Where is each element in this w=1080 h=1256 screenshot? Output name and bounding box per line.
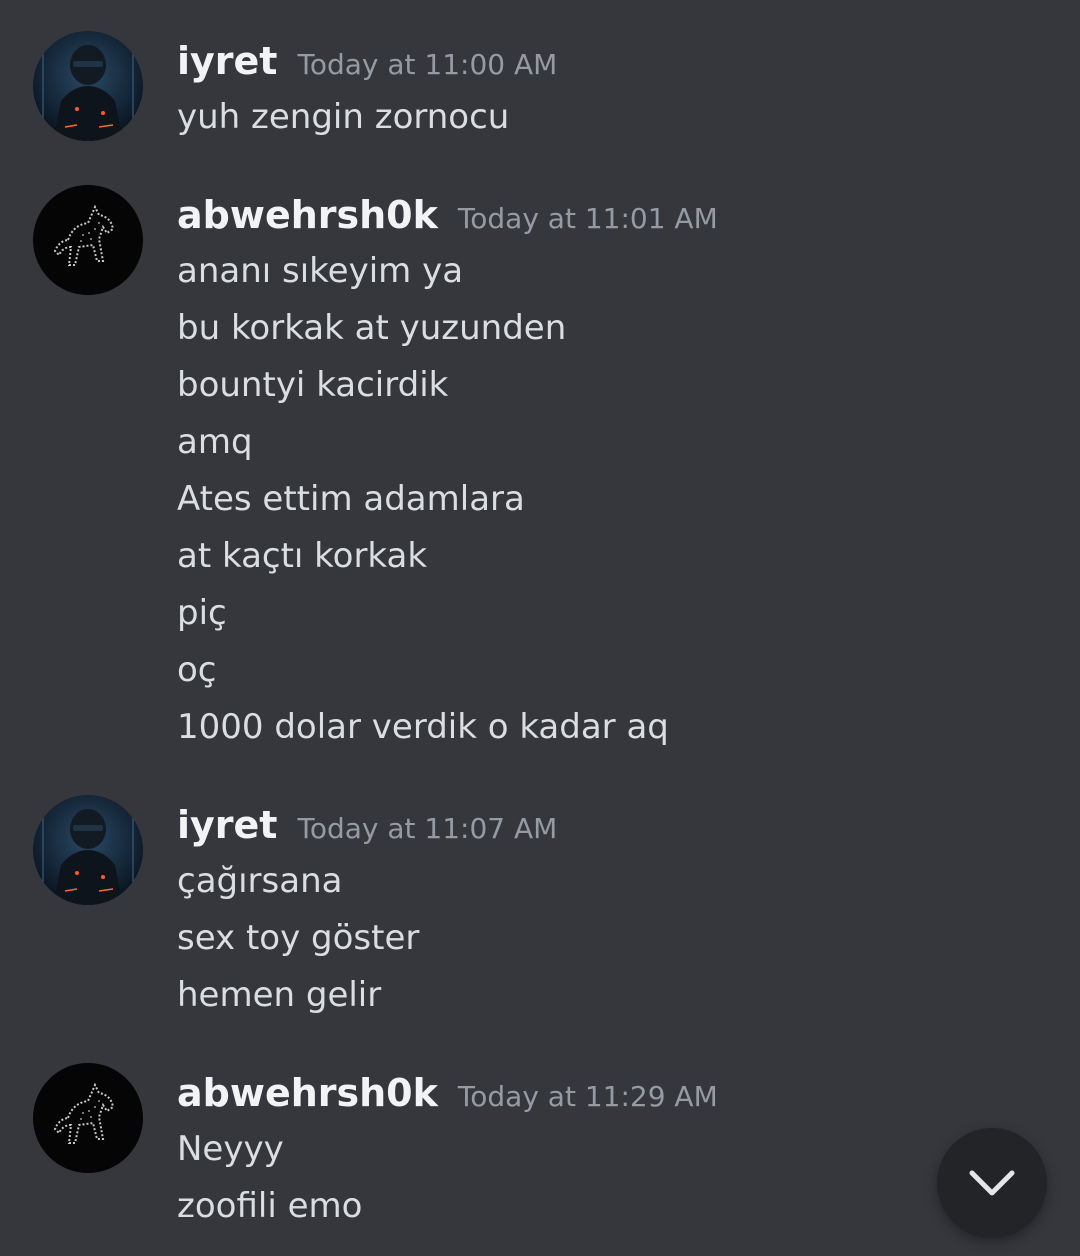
message-line[interactable]: bountyi kacirdik (177, 357, 669, 414)
message-content: ananı sıkeyim ya bu korkak at yuzunden b… (177, 243, 669, 756)
avatar[interactable] (33, 31, 143, 141)
message-header: abwehrsh0k Today at 11:29 AM (177, 1063, 718, 1123)
message-header: iyret Today at 11:07 AM (177, 795, 557, 855)
timestamp: Today at 11:01 AM (457, 202, 718, 235)
message-line[interactable]: oç (177, 642, 669, 699)
avatar[interactable] (33, 1063, 143, 1173)
username[interactable]: abwehrsh0k (177, 185, 438, 245)
username[interactable]: iyret (177, 795, 277, 855)
robot-helmet-avatar-icon (33, 795, 143, 905)
horse-avatar-icon (33, 1063, 143, 1173)
message-header: iyret Today at 11:00 AM (177, 31, 557, 91)
message-line[interactable]: sex toy göster (177, 910, 419, 967)
avatar[interactable] (33, 795, 143, 905)
username[interactable]: abwehrsh0k (177, 1063, 438, 1123)
message-line[interactable]: çağırsana (177, 853, 419, 910)
message-line[interactable]: piç (177, 585, 669, 642)
message-line[interactable]: bu korkak at yuzunden (177, 300, 669, 357)
timestamp: Today at 11:00 AM (297, 48, 558, 81)
jump-to-present-button[interactable] (937, 1128, 1047, 1238)
timestamp: Today at 11:29 AM (457, 1080, 718, 1113)
message-line[interactable]: Neyyy (177, 1121, 362, 1178)
message-line[interactable]: yuh zengin zornocu (177, 89, 509, 146)
message-line[interactable]: amq (177, 414, 669, 471)
message-line[interactable]: zoofili emo (177, 1178, 362, 1235)
horse-avatar-icon (33, 185, 143, 295)
message-line[interactable]: 1000 dolar verdik o kadar aq (177, 699, 669, 756)
message-line[interactable]: at kaçtı korkak (177, 528, 669, 585)
message-content: çağırsana sex toy göster hemen gelir (177, 853, 419, 1024)
chat-message-list[interactable]: iyret Today at 11:00 AM yuh zengin zornoc… (0, 0, 1080, 1256)
message-content: Neyyy zoofili emo (177, 1121, 362, 1235)
timestamp: Today at 11:07 AM (297, 812, 558, 845)
avatar[interactable] (33, 185, 143, 295)
message-line[interactable]: ananı sıkeyim ya (177, 243, 669, 300)
message-line[interactable]: Ates ettim adamlara (177, 471, 669, 528)
robot-helmet-avatar-icon (33, 31, 143, 141)
username[interactable]: iyret (177, 31, 277, 91)
message-line[interactable]: hemen gelir (177, 967, 419, 1024)
chevron-down-icon (969, 1170, 1015, 1196)
message-content: yuh zengin zornocu (177, 89, 509, 146)
message-header: abwehrsh0k Today at 11:01 AM (177, 185, 718, 245)
